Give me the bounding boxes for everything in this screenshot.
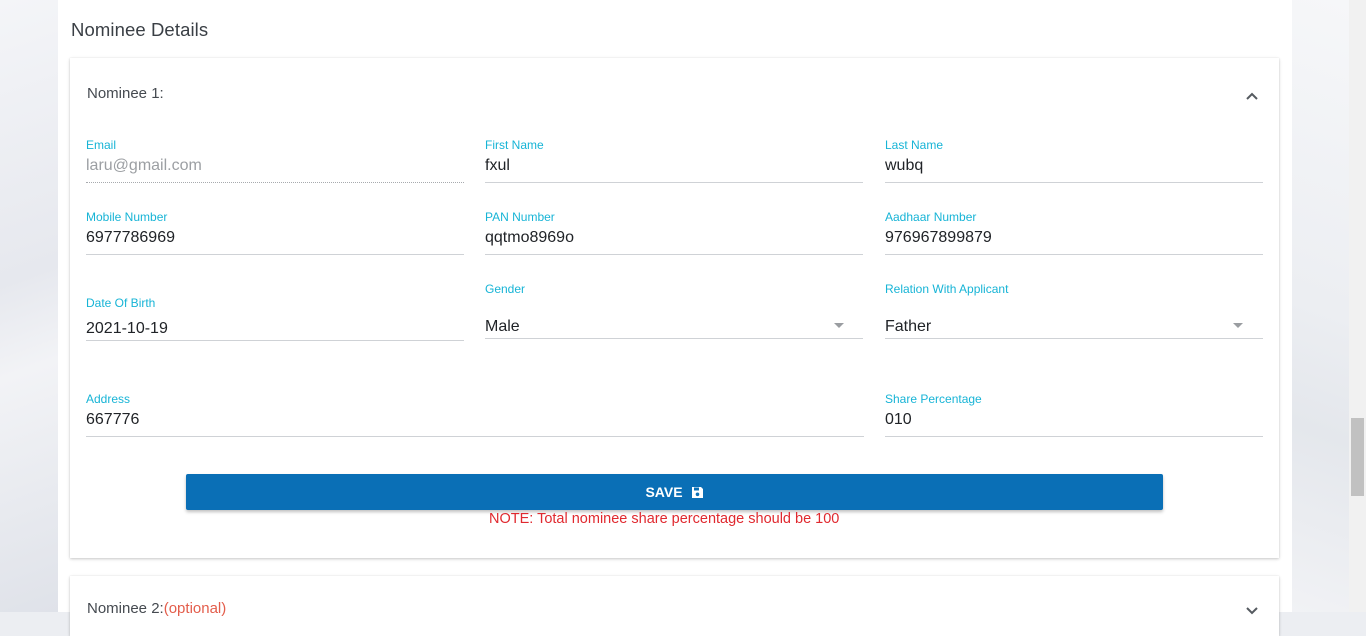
gender-underline <box>485 338 863 339</box>
address-field[interactable]: Address 667776 <box>86 392 864 440</box>
share-percentage-label: Share Percentage <box>885 392 982 406</box>
pan-number-label: PAN Number <box>485 210 555 224</box>
pan-number-field[interactable]: PAN Number qqtmo8969o <box>485 210 863 258</box>
share-percentage-field[interactable]: Share Percentage 010 <box>885 392 1263 440</box>
floppy-disk-icon <box>691 486 703 498</box>
date-of-birth-label: Date Of Birth <box>86 296 156 310</box>
aadhaar-number-field[interactable]: Aadhaar Number 976967899879 <box>885 210 1263 258</box>
share-note-text: NOTE: Total nominee share percentage sho… <box>489 511 840 527</box>
gender-value: Male <box>485 318 520 335</box>
nominee-2-optional-label: (optional) <box>163 600 227 617</box>
pan-number-underline <box>485 254 863 255</box>
email-underline <box>86 182 464 183</box>
address-label: Address <box>86 392 131 406</box>
mobile-number-value: 6977786969 <box>86 229 175 246</box>
email-value: laru@gmail.com <box>86 157 202 174</box>
date-of-birth-underline <box>86 340 464 341</box>
caret-down-icon[interactable] <box>1233 323 1243 328</box>
chevron-down-icon[interactable] <box>1245 604 1259 618</box>
nominee-2-header[interactable]: Nominee 2:(optional) <box>87 600 226 617</box>
page-background-left <box>0 0 58 612</box>
date-of-birth-field[interactable]: Date Of Birth 2021-10-19 <box>86 296 464 344</box>
share-percentage-value: 010 <box>885 411 912 428</box>
nominee-2-card <box>70 576 1279 636</box>
scrollbar-thumb[interactable] <box>1351 418 1364 496</box>
nominee-2-title: Nominee 2: <box>87 600 164 617</box>
relation-value: Father <box>885 318 932 335</box>
aadhaar-number-value: 976967899879 <box>885 229 992 246</box>
first-name-field[interactable]: First Name fxul <box>485 138 863 186</box>
first-name-label: First Name <box>485 138 544 152</box>
gender-select[interactable]: Gender Male <box>485 282 863 342</box>
chevron-up-icon[interactable] <box>1245 89 1259 103</box>
email-label: Email <box>86 138 117 152</box>
mobile-number-field[interactable]: Mobile Number 6977786969 <box>86 210 464 258</box>
pan-number-value: qqtmo8969o <box>485 229 574 246</box>
address-underline <box>86 436 864 437</box>
date-of-birth-value: 2021-10-19 <box>86 320 168 337</box>
first-name-value: fxul <box>485 157 510 174</box>
relation-underline <box>885 338 1263 339</box>
last-name-underline <box>885 182 1263 183</box>
address-value: 667776 <box>86 411 140 428</box>
nominee-1-header[interactable]: Nominee 1: <box>87 85 164 102</box>
save-button[interactable]: SAVE <box>186 474 1163 510</box>
gender-label: Gender <box>485 282 526 296</box>
first-name-underline <box>485 182 863 183</box>
page-background-right <box>1292 0 1350 612</box>
relation-label: Relation With Applicant <box>885 282 1009 296</box>
relation-select[interactable]: Relation With Applicant Father <box>885 282 1263 342</box>
share-percentage-underline <box>885 436 1263 437</box>
aadhaar-number-underline <box>885 254 1263 255</box>
mobile-number-label: Mobile Number <box>86 210 168 224</box>
aadhaar-number-label: Aadhaar Number <box>885 210 977 224</box>
email-field[interactable]: Email laru@gmail.com <box>86 138 464 186</box>
section-title: Nominee Details <box>71 19 209 40</box>
mobile-number-underline <box>86 254 464 255</box>
last-name-value: wubq <box>885 157 924 174</box>
last-name-field[interactable]: Last Name wubq <box>885 138 1263 186</box>
caret-down-icon[interactable] <box>834 323 844 328</box>
page-scrollbar[interactable] <box>1349 0 1366 612</box>
last-name-label: Last Name <box>885 138 944 152</box>
save-button-label: SAVE <box>645 484 683 500</box>
